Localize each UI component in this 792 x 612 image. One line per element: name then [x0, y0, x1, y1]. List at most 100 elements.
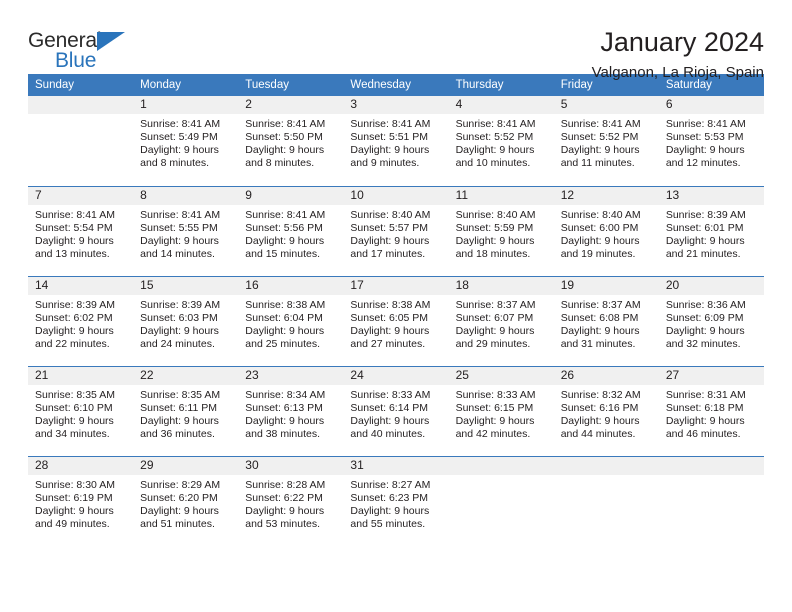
day-details: Sunrise: 8:35 AM Sunset: 6:10 PM Daylight:…: [28, 385, 133, 441]
day-detail-line: Sunrise: 8:36 AM: [665, 298, 746, 311]
week-row: 14 Sunrise: 8:39 AM Sunset: 6:02 PM Dayligh…: [28, 275, 764, 366]
day-cell[interactable]: 5 Sunrise: 8:41 AM Sunset: 5:52 PM Daylight…: [553, 96, 659, 186]
day-cell[interactable]: 17 Sunrise: 8:38 AM Sunset: 6:05 PM Dayligh…: [343, 275, 449, 366]
day-detail-line: Sunrise: 8:28 AM: [245, 478, 326, 491]
day-detail-line: Sunset: 6:07 PM: [455, 311, 534, 324]
day-cell[interactable]: 2 Sunrise: 8:41 AM Sunset: 5:50 PM Daylight…: [238, 96, 344, 186]
day-details: Sunrise: 8:34 AM Sunset: 6:13 PM Daylight:…: [238, 385, 343, 441]
day-cell[interactable]: 29 Sunrise: 8:29 AM Sunset: 6:20 PM Dayligh…: [133, 455, 239, 546]
day-number: 31: [343, 456, 449, 475]
day-detail-line: Sunrise: 8:41 AM: [665, 118, 746, 130]
day-detail-line: and 31 minutes.: [560, 337, 636, 350]
day-number: 8: [133, 186, 239, 205]
day-detail-line: Sunrise: 8:37 AM: [560, 298, 641, 311]
day-detail-line: Sunrise: 8:38 AM: [245, 298, 326, 311]
day-cell[interactable]: 1 Sunrise: 8:41 AM Sunset: 5:49 PM Daylight…: [133, 96, 239, 186]
day-number: 11: [448, 186, 554, 205]
day-cell[interactable]: 12 Sunrise: 8:40 AM Sunset: 6:00 PM Dayligh…: [553, 185, 659, 276]
day-cell[interactable]: 7 Sunrise: 8:41 AM Sunset: 5:54 PM Daylight…: [28, 185, 134, 276]
day-detail-line: and 14 minutes.: [140, 247, 215, 260]
day-cell[interactable]: 15 Sunrise: 8:39 AM Sunset: 6:03 PM Dayligh…: [133, 275, 239, 366]
day-cell[interactable]: 8 Sunrise: 8:41 AM Sunset: 5:55 PM Daylight…: [133, 185, 239, 276]
day-detail-line: and 46 minutes.: [665, 427, 741, 440]
weekday-header-wednesday: Wednesday: [343, 74, 449, 96]
day-cell[interactable]: 19 Sunrise: 8:37 AM Sunset: 6:08 PM Dayligh…: [553, 275, 659, 366]
day-cell[interactable]: 21 Sunrise: 8:35 AM Sunset: 6:10 PM Dayligh…: [28, 365, 134, 456]
day-details: Sunrise: 8:40 AM Sunset: 5:59 PM Daylight:…: [449, 205, 554, 261]
day-cell[interactable]: 14 Sunrise: 8:39 AM Sunset: 6:02 PM Dayligh…: [28, 275, 134, 366]
day-detail-line: Daylight: 9 hours: [245, 234, 325, 247]
day-detail-line: Sunrise: 8:37 AM: [455, 298, 536, 311]
day-number: 28: [28, 456, 134, 475]
day-detail-line: Daylight: 9 hours: [245, 324, 325, 337]
day-detail-line: Sunset: 6:14 PM: [350, 401, 429, 414]
day-detail-line: Daylight: 9 hours: [35, 324, 114, 337]
day-detail-line: Sunset: 6:22 PM: [245, 491, 323, 504]
day-cell[interactable]: 25 Sunrise: 8:33 AM Sunset: 6:15 PM Dayligh…: [448, 365, 554, 456]
day-detail-line: and 25 minutes.: [245, 337, 320, 350]
day-detail-line: Sunset: 5:56 PM: [245, 221, 323, 234]
day-cell[interactable]: 28 Sunrise: 8:30 AM Sunset: 6:19 PM Dayligh…: [28, 455, 134, 546]
day-cell[interactable]: 23 Sunrise: 8:34 AM Sunset: 6:13 PM Dayligh…: [238, 365, 344, 456]
day-details: Sunrise: 8:41 AM Sunset: 5:52 PM Daylight:…: [554, 114, 659, 170]
day-cell[interactable]: 27 Sunrise: 8:31 AM Sunset: 6:18 PM Dayligh…: [658, 365, 764, 456]
day-detail-line: Sunrise: 8:29 AM: [140, 478, 221, 491]
day-number: [28, 96, 134, 114]
day-cell[interactable]: 11 Sunrise: 8:40 AM Sunset: 5:59 PM Dayligh…: [448, 185, 554, 276]
day-cell[interactable]: 16 Sunrise: 8:38 AM Sunset: 6:04 PM Dayligh…: [238, 275, 344, 366]
day-number: 26: [553, 366, 659, 385]
day-cell[interactable]: 10 Sunrise: 8:40 AM Sunset: 5:57 PM Dayligh…: [343, 185, 449, 276]
day-cell[interactable]: 31 Sunrise: 8:27 AM Sunset: 6:23 PM Dayligh…: [343, 455, 449, 546]
day-detail-line: Sunset: 5:54 PM: [35, 221, 113, 234]
day-cell[interactable]: 3 Sunrise: 8:41 AM Sunset: 5:51 PM Daylight…: [343, 96, 449, 186]
day-details: Sunrise: 8:31 AM Sunset: 6:18 PM Daylight:…: [659, 385, 764, 441]
day-cell[interactable]: 20 Sunrise: 8:36 AM Sunset: 6:09 PM Dayligh…: [658, 275, 764, 366]
day-number: 12: [553, 186, 659, 205]
day-detail-line: Sunset: 5:49 PM: [140, 131, 218, 143]
day-details: Sunrise: 8:41 AM Sunset: 5:55 PM Daylight:…: [133, 205, 238, 261]
day-number: 24: [343, 366, 449, 385]
day-cell[interactable]: 18 Sunrise: 8:37 AM Sunset: 6:07 PM Dayligh…: [448, 275, 554, 366]
weekday-header-tuesday: Tuesday: [238, 74, 344, 96]
day-details: Sunrise: 8:32 AM Sunset: 6:16 PM Daylight:…: [554, 385, 659, 441]
day-detail-line: and 53 minutes.: [245, 517, 320, 530]
day-detail-line: Sunrise: 8:40 AM: [455, 208, 536, 221]
day-number: 19: [553, 276, 659, 295]
day-detail-line: and 10 minutes.: [455, 157, 531, 169]
day-detail-line: Daylight: 9 hours: [245, 144, 325, 156]
generalblue-logo[interactable]: General Blue: [28, 26, 148, 74]
day-detail-line: Sunrise: 8:41 AM: [560, 118, 641, 130]
day-detail-line: and 27 minutes.: [350, 337, 426, 350]
day-cell[interactable]: 26 Sunrise: 8:32 AM Sunset: 6:16 PM Dayligh…: [553, 365, 659, 456]
day-details: Sunrise: 8:41 AM Sunset: 5:54 PM Daylight:…: [28, 205, 133, 261]
day-details: Sunrise: 8:39 AM Sunset: 6:01 PM Daylight:…: [659, 205, 764, 261]
day-detail-line: Sunset: 5:57 PM: [350, 221, 429, 234]
day-details: [28, 114, 133, 118]
day-cell[interactable]: 30 Sunrise: 8:28 AM Sunset: 6:22 PM Dayligh…: [238, 455, 344, 546]
day-cell[interactable]: 13 Sunrise: 8:39 AM Sunset: 6:01 PM Dayligh…: [658, 185, 764, 276]
day-cell[interactable]: 6 Sunrise: 8:41 AM Sunset: 5:53 PM Daylight…: [658, 96, 764, 186]
day-detail-line: Sunrise: 8:39 AM: [35, 298, 115, 311]
day-detail-line: Daylight: 9 hours: [35, 504, 114, 517]
day-details: Sunrise: 8:33 AM Sunset: 6:14 PM Daylight:…: [343, 385, 448, 441]
day-detail-line: and 36 minutes.: [140, 427, 215, 440]
day-detail-line: Daylight: 9 hours: [665, 324, 745, 337]
day-detail-line: and 13 minutes.: [35, 247, 110, 260]
day-cell[interactable]: 9 Sunrise: 8:41 AM Sunset: 5:56 PM Daylight…: [238, 185, 344, 276]
day-number: 13: [658, 186, 764, 205]
day-detail-line: Daylight: 9 hours: [560, 414, 640, 427]
day-detail-line: and 9 minutes.: [350, 157, 420, 169]
day-cell[interactable]: 24 Sunrise: 8:33 AM Sunset: 6:14 PM Dayligh…: [343, 365, 449, 456]
day-detail-line: Daylight: 9 hours: [455, 324, 535, 337]
day-detail-line: Daylight: 9 hours: [350, 504, 430, 517]
day-number: 4: [448, 96, 554, 114]
day-detail-line: Daylight: 9 hours: [140, 414, 219, 427]
day-cell[interactable]: 4 Sunrise: 8:41 AM Sunset: 5:52 PM Daylight…: [448, 96, 554, 186]
day-details: Sunrise: 8:41 AM Sunset: 5:49 PM Daylight:…: [133, 114, 238, 170]
day-detail-line: Daylight: 9 hours: [35, 234, 114, 247]
day-detail-line: Daylight: 9 hours: [140, 234, 219, 247]
day-cell[interactable]: 22 Sunrise: 8:35 AM Sunset: 6:11 PM Dayligh…: [133, 365, 239, 456]
day-detail-line: Sunset: 6:20 PM: [140, 491, 218, 504]
day-details: Sunrise: 8:30 AM Sunset: 6:19 PM Daylight:…: [28, 475, 133, 531]
week-row: 1 Sunrise: 8:41 AM Sunset: 5:49 PM Daylight…: [28, 96, 764, 186]
